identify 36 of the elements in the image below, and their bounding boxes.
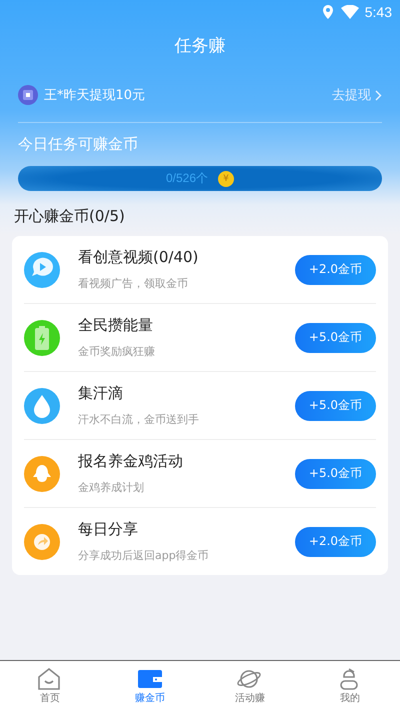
status-time: 5:43 [364, 4, 392, 20]
nav-tab[interactable]: 赚金币 [100, 661, 200, 710]
task-title: 集汗滴 [78, 384, 124, 403]
chevron-right-icon[interactable] [375, 90, 382, 100]
task-subtitle: 金鸡养成计划 [78, 480, 145, 495]
battery-icon [24, 320, 60, 356]
page-title: 任务赚 [174, 35, 226, 58]
notice-text: 王*昨天提现10元 [44, 87, 146, 104]
gift-icon [18, 85, 38, 105]
location-icon [322, 5, 333, 19]
reward-button[interactable]: +5.0金币 [295, 390, 376, 420]
reward-button[interactable]: +5.0金币 [295, 322, 376, 352]
task-title: 看创意视频(0/40) [78, 248, 200, 267]
coin-icon: ¥ [218, 170, 234, 186]
nav-tab[interactable]: 活动赚 [200, 661, 300, 710]
reward-button[interactable]: +5.0金币 [295, 458, 376, 488]
withdraw-link[interactable]: 去提现 [332, 86, 382, 104]
nav-tab[interactable]: 首页 [0, 661, 100, 710]
task-title: 报名养金鸡活动 [78, 452, 184, 471]
task-subtitle: 分享成功后返回app得金币 [78, 548, 210, 563]
progress-reading: 0/526个 [166, 170, 208, 187]
video-icon [24, 252, 60, 288]
reward-button[interactable]: +2.0金币 [295, 254, 376, 284]
nav-tab[interactable]: 我的 [300, 661, 400, 710]
house-icon[interactable] [37, 666, 63, 690]
reward-button[interactable]: +2.0金币 [295, 526, 376, 556]
task-title: 每日分享 [78, 520, 139, 539]
share-icon [24, 524, 60, 560]
section-title: 开心赚金币(0/5) [14, 207, 126, 226]
wifi-icon [340, 5, 359, 19]
task-subtitle: 汗水不白流，金币送到手 [78, 412, 200, 427]
drop-icon [24, 388, 60, 424]
earnable-label: 今日任务可赚金币 [18, 135, 139, 154]
task-title: 全民攒能量 [78, 316, 154, 335]
task-subtitle: 看视频广告，领取金币 [78, 276, 189, 291]
task-subtitle: 金币奖励疯狂赚 [78, 344, 156, 359]
